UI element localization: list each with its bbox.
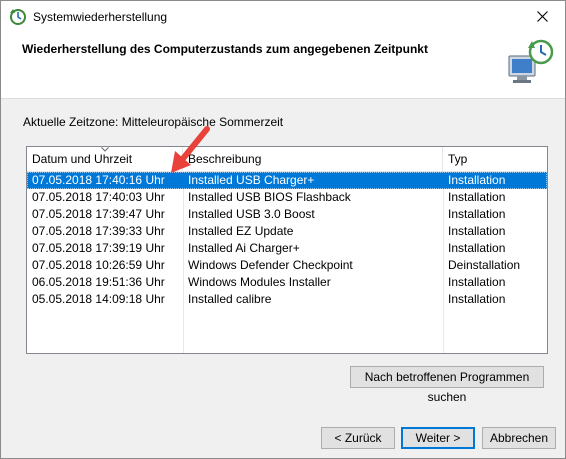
table-row[interactable]: 07.05.2018 17:39:47 Uhr Installed USB 3.… xyxy=(27,206,547,223)
cell-description: Windows Modules Installer xyxy=(188,275,331,289)
table-row[interactable]: 07.05.2018 17:40:03 Uhr Installed USB BI… xyxy=(27,189,547,206)
timezone-label: Aktuelle Zeitzone: Mitteleuropäische Som… xyxy=(23,115,284,129)
cell-description: Installed USB Charger+ xyxy=(188,173,315,187)
next-button[interactable]: Weiter > xyxy=(401,427,475,449)
scan-affected-programs-button[interactable]: Nach betroffenen Programmen suchen xyxy=(350,366,544,404)
system-restore-icon xyxy=(10,9,26,25)
column-header-type[interactable]: Typ xyxy=(443,147,547,171)
system-restore-window: Systemwiederherstellung Wiederherstellun… xyxy=(0,0,566,459)
close-button[interactable] xyxy=(519,1,565,32)
list-rows: 07.05.2018 17:40:16 Uhr Installed USB Ch… xyxy=(27,172,547,308)
cell-description: Installed USB 3.0 Boost xyxy=(188,207,315,221)
system-restore-computer-icon xyxy=(508,39,554,83)
cell-type: Installation xyxy=(448,173,506,187)
cell-type: Installation xyxy=(448,207,506,221)
close-icon xyxy=(536,11,548,22)
cell-date: 07.05.2018 17:40:16 Uhr xyxy=(32,173,165,187)
back-button[interactable]: < Zurück xyxy=(321,427,395,449)
cell-date: 05.05.2018 14:09:18 Uhr xyxy=(32,292,165,306)
restore-points-list[interactable]: Datum und Uhrzeit Beschreibung Typ 07.05… xyxy=(26,146,548,354)
column-label-date: Datum und Uhrzeit xyxy=(32,152,133,166)
cell-date: 07.05.2018 17:39:47 Uhr xyxy=(32,207,165,221)
table-row[interactable]: 07.05.2018 17:39:19 Uhr Installed Ai Cha… xyxy=(27,240,547,257)
cell-type: Installation xyxy=(448,275,506,289)
cell-description: Installed EZ Update xyxy=(188,224,294,238)
cell-description: Installed USB BIOS Flashback xyxy=(188,190,351,204)
cell-date: 06.05.2018 19:51:36 Uhr xyxy=(32,275,165,289)
column-header-description[interactable]: Beschreibung xyxy=(183,147,443,171)
window-title: Systemwiederherstellung xyxy=(33,10,168,24)
list-header: Datum und Uhrzeit Beschreibung Typ xyxy=(27,147,547,172)
column-label-description: Beschreibung xyxy=(188,152,262,166)
cell-description: Windows Defender Checkpoint xyxy=(188,258,353,272)
cell-date: 07.05.2018 17:39:19 Uhr xyxy=(32,241,165,255)
table-row[interactable]: 07.05.2018 17:39:33 Uhr Installed EZ Upd… xyxy=(27,223,547,240)
cell-type: Installation xyxy=(448,292,506,306)
cell-description: Installed Ai Charger+ xyxy=(188,241,300,255)
cell-type: Installation xyxy=(448,190,506,204)
table-row[interactable]: 05.05.2018 14:09:18 Uhr Installed calibr… xyxy=(27,291,547,308)
title-bar[interactable]: Systemwiederherstellung xyxy=(1,1,565,32)
table-row[interactable]: 06.05.2018 19:51:36 Uhr Windows Modules … xyxy=(27,274,547,291)
cell-type: Installation xyxy=(448,241,506,255)
cell-date: 07.05.2018 17:40:03 Uhr xyxy=(32,190,165,204)
cell-date: 07.05.2018 10:26:59 Uhr xyxy=(32,258,165,272)
column-header-date[interactable]: Datum und Uhrzeit xyxy=(27,147,183,171)
cell-type: Deinstallation xyxy=(448,258,521,272)
cell-description: Installed calibre xyxy=(188,292,272,306)
cell-type: Installation xyxy=(448,224,506,238)
cancel-button[interactable]: Abbrechen xyxy=(482,427,556,449)
cell-date: 07.05.2018 17:39:33 Uhr xyxy=(32,224,165,238)
sort-descending-icon xyxy=(101,147,109,152)
table-row[interactable]: 07.05.2018 10:26:59 Uhr Windows Defender… xyxy=(27,257,547,274)
column-label-type: Typ xyxy=(448,152,468,166)
wizard-header: Wiederherstellung des Computerzustands z… xyxy=(1,32,565,99)
page-title: Wiederherstellung des Computerzustands z… xyxy=(22,42,428,56)
table-row[interactable]: 07.05.2018 17:40:16 Uhr Installed USB Ch… xyxy=(27,172,547,189)
